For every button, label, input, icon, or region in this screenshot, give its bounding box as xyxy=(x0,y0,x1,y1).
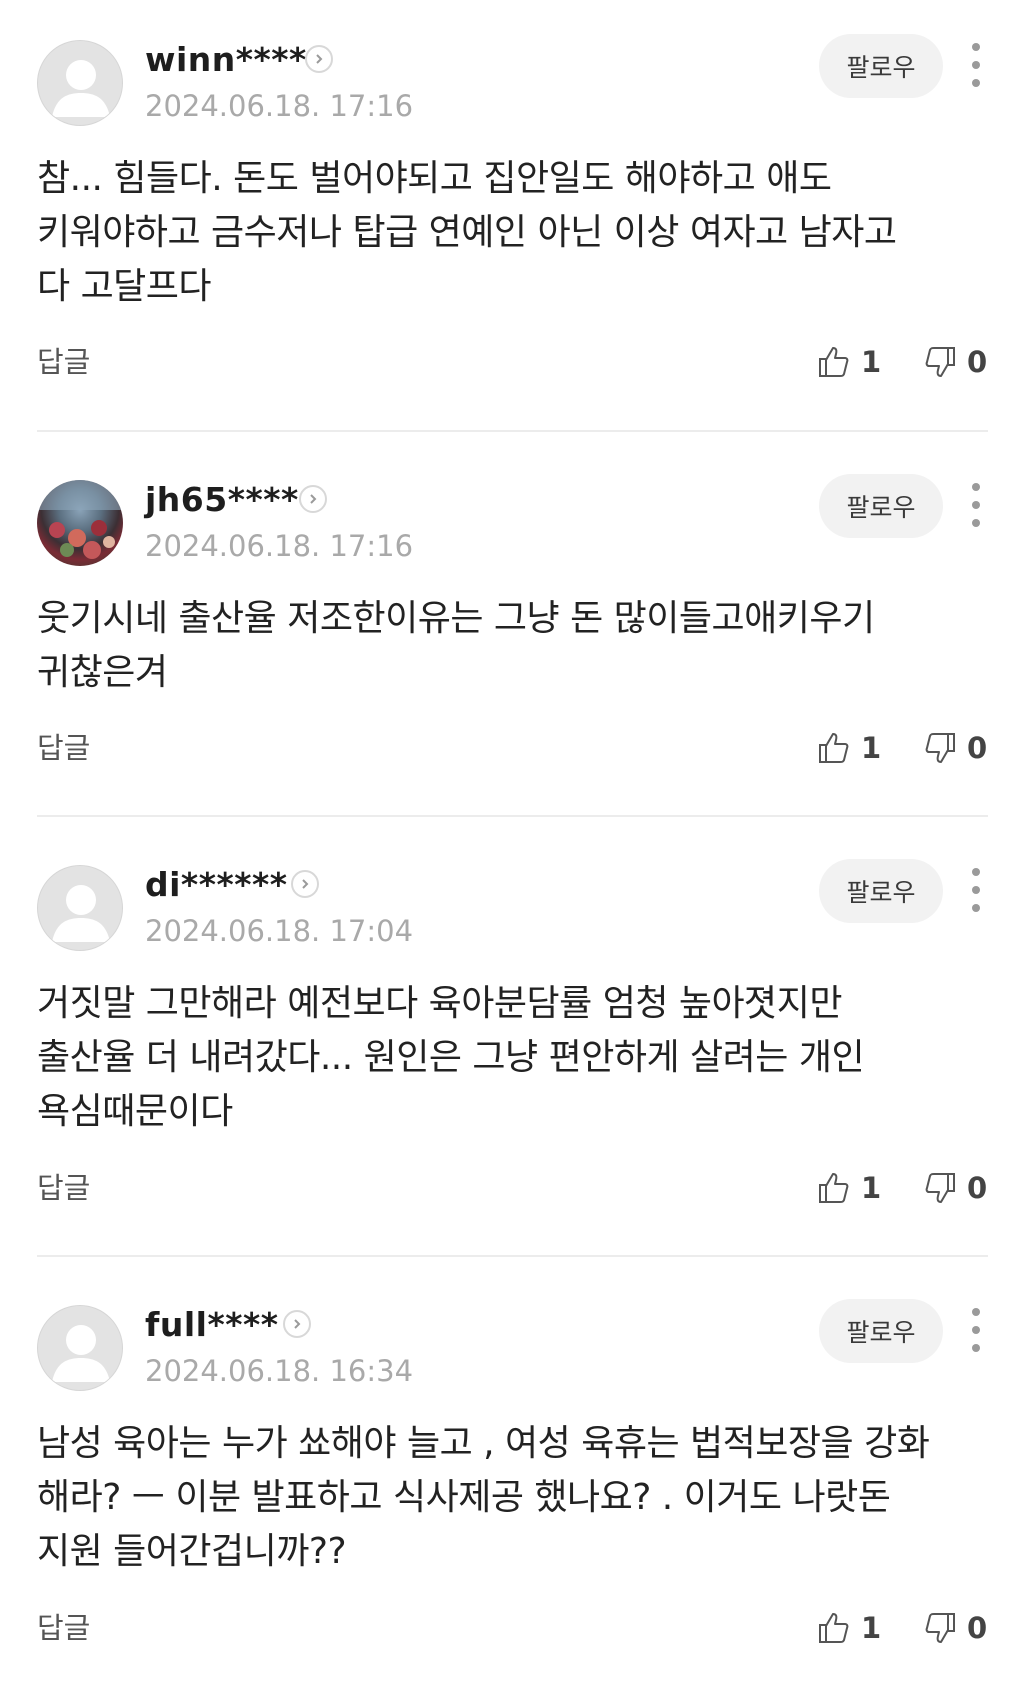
default-user-icon xyxy=(52,60,110,117)
more-vertical-icon[interactable] xyxy=(965,1308,987,1352)
divider xyxy=(37,1255,988,1257)
default-user-icon xyxy=(52,1325,110,1382)
profile-photo xyxy=(37,480,123,559)
thumbs-down-icon xyxy=(925,1613,955,1643)
username[interactable]: jh65**** xyxy=(145,480,299,520)
thumbs-up-icon xyxy=(819,733,849,763)
dislike-count: 0 xyxy=(967,345,988,379)
dislike-button[interactable]: 0 xyxy=(923,1608,987,1648)
divider xyxy=(37,815,988,817)
like-count: 1 xyxy=(861,1611,882,1645)
follow-button[interactable]: 팔로우 xyxy=(819,34,943,98)
comment-timestamp: 2024.06.18. 17:16 xyxy=(145,89,414,123)
thumbs-down-icon xyxy=(925,347,955,377)
like-button[interactable]: 1 xyxy=(817,342,881,382)
comment-text: 거짓말 그만해라 예전보다 육아분담률 엄청 높아졋지만 출산율 더 내려갔다.… xyxy=(37,983,865,1132)
thumbs-up-icon xyxy=(819,1613,849,1643)
username[interactable]: winn**** xyxy=(145,40,307,80)
avatar[interactable] xyxy=(37,480,123,566)
chevron-right-icon[interactable] xyxy=(305,45,333,73)
default-user-icon xyxy=(52,885,110,942)
chevron-right-icon[interactable] xyxy=(299,485,327,513)
dislike-button[interactable]: 0 xyxy=(923,1168,987,1208)
thumbs-down-icon xyxy=(925,1173,955,1203)
like-count: 1 xyxy=(861,731,882,765)
follow-button[interactable]: 팔로우 xyxy=(819,859,943,923)
avatar[interactable] xyxy=(37,40,123,126)
divider xyxy=(37,430,988,432)
reply-button[interactable]: 답글 xyxy=(37,1610,90,1646)
like-button[interactable]: 1 xyxy=(817,1608,881,1648)
reply-button[interactable]: 답글 xyxy=(37,344,90,380)
comment-text: 참... 힘들다. 돈도 벌어야되고 집안일도 해야하고 애도 키워야하고 금수… xyxy=(37,158,897,307)
chevron-right-icon[interactable] xyxy=(283,1310,311,1338)
more-vertical-icon[interactable] xyxy=(965,43,987,87)
dislike-count: 0 xyxy=(967,731,988,765)
dislike-count: 0 xyxy=(967,1611,988,1645)
comment-timestamp: 2024.06.18. 17:16 xyxy=(145,529,414,563)
thumbs-down-icon xyxy=(925,733,955,763)
like-count: 1 xyxy=(861,1171,882,1205)
comment-text: 웃기시네 출산율 저조한이유는 그냥 돈 많이들고애키우기 귀찮은겨 xyxy=(37,598,875,693)
follow-button[interactable]: 팔로우 xyxy=(819,1299,943,1363)
like-button[interactable]: 1 xyxy=(817,1168,881,1208)
reply-button[interactable]: 답글 xyxy=(37,730,90,766)
username[interactable]: full**** xyxy=(145,1305,279,1345)
dislike-button[interactable]: 0 xyxy=(923,728,987,768)
dislike-button[interactable]: 0 xyxy=(923,342,987,382)
like-count: 1 xyxy=(861,345,882,379)
avatar[interactable] xyxy=(37,865,123,951)
more-vertical-icon[interactable] xyxy=(965,868,987,912)
username[interactable]: di****** xyxy=(145,865,287,905)
dislike-count: 0 xyxy=(967,1171,988,1205)
follow-button[interactable]: 팔로우 xyxy=(819,474,943,538)
comment-timestamp: 2024.06.18. 16:34 xyxy=(145,1354,414,1388)
like-button[interactable]: 1 xyxy=(817,728,881,768)
thumbs-up-icon xyxy=(819,1173,849,1203)
comment-feed: winn**** 2024.06.18. 17:16 팔로우 참... 힘들다.… xyxy=(0,0,1024,1694)
comment-text: 남성 육아는 누가 쑈해야 늘고 , 여성 육휴는 법적보장을 강화 해라? ㅡ… xyxy=(37,1423,930,1572)
comment-timestamp: 2024.06.18. 17:04 xyxy=(145,914,414,948)
thumbs-up-icon xyxy=(819,347,849,377)
chevron-right-icon[interactable] xyxy=(291,870,319,898)
more-vertical-icon[interactable] xyxy=(965,483,987,527)
reply-button[interactable]: 답글 xyxy=(37,1170,90,1206)
avatar[interactable] xyxy=(37,1305,123,1391)
